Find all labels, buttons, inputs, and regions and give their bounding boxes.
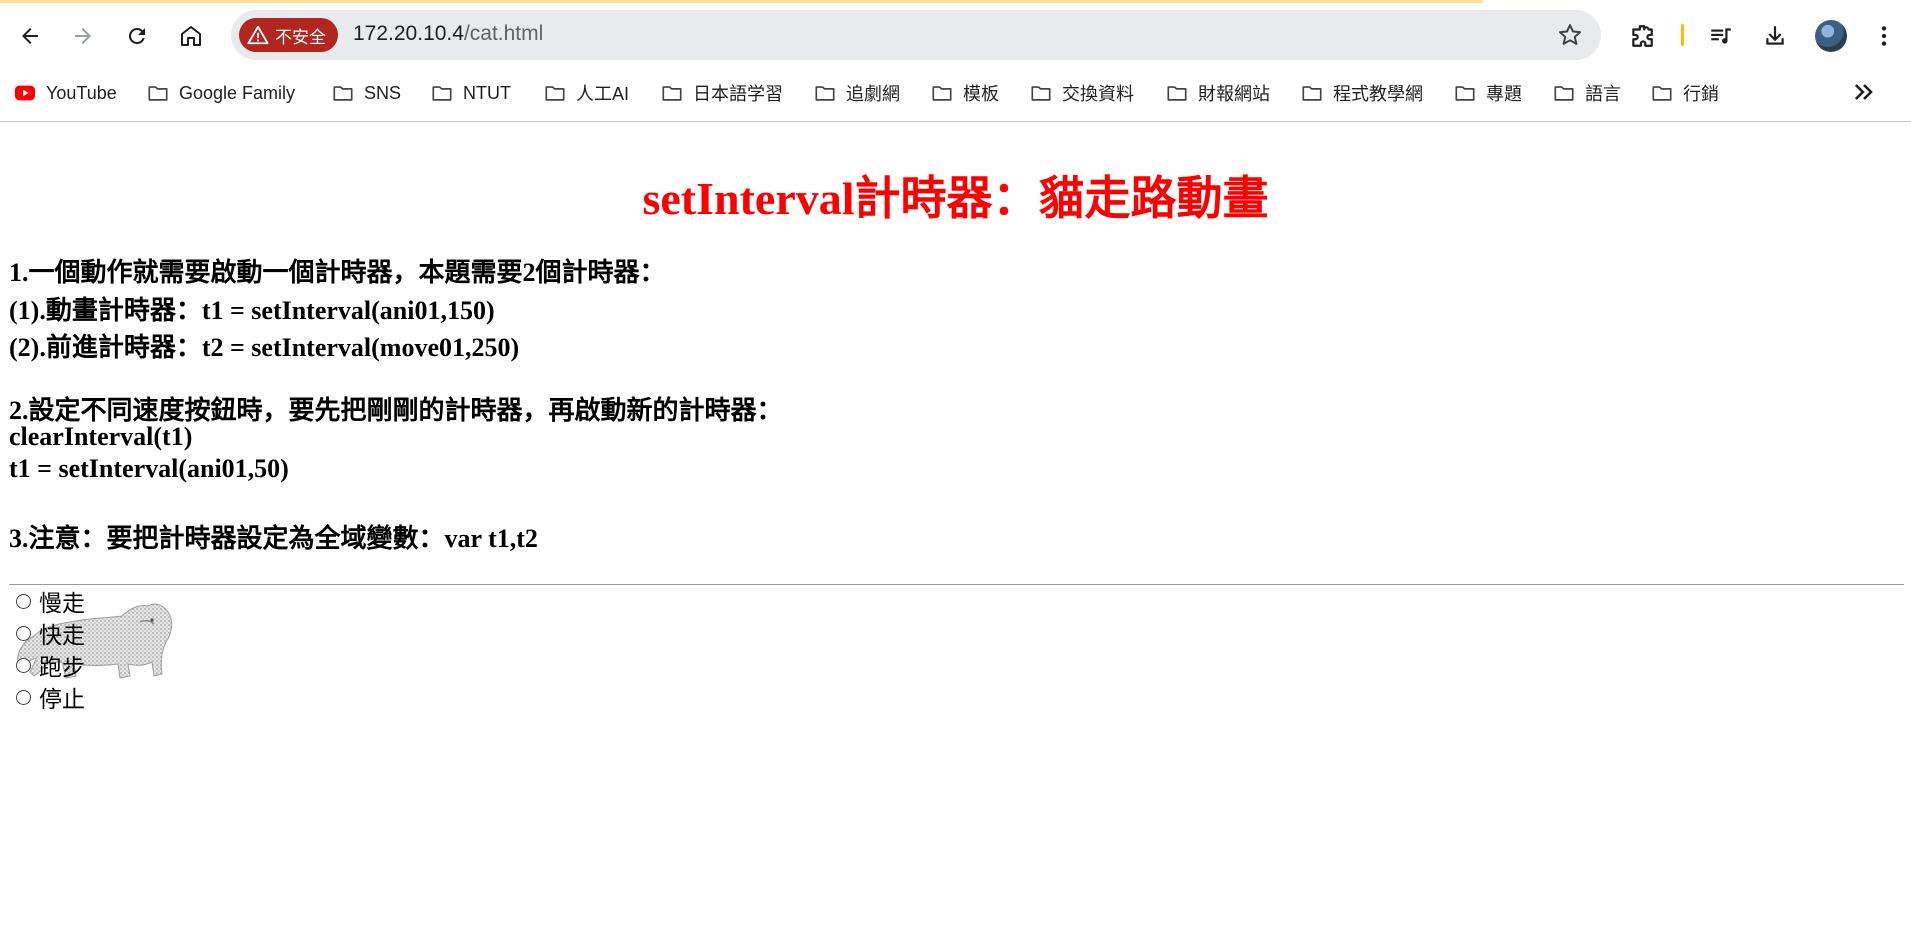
page-content: setInterval計時器：貓走路動畫 1.一個動作就需要啟動一個計時器，本題… — [0, 122, 1911, 946]
bookmark-label: 程式教學網 — [1333, 84, 1423, 104]
bookmark-label: 行銷 — [1683, 84, 1719, 104]
folder-icon — [1167, 86, 1187, 101]
radio-run[interactable]: 跑步 — [16, 648, 85, 682]
folder-icon — [432, 86, 452, 101]
bookmark-folder[interactable]: 人工AI — [544, 78, 629, 108]
toolbar-divider — [1681, 24, 1684, 46]
folder-icon — [1455, 86, 1475, 101]
radio-fast-walk[interactable]: 快走 — [16, 616, 85, 650]
queue-music-icon — [1711, 28, 1731, 44]
bookmark-folder[interactable]: 財報網站 — [1166, 78, 1270, 108]
bookmark-folder[interactable]: 程式教學網 — [1301, 78, 1423, 108]
bookmark-folder[interactable]: 日本語学習 — [661, 78, 783, 108]
bookmark-label: Google Family — [179, 82, 296, 103]
note-line: 3.注意：要把計時器設定為全域變數：var t1,t2 — [9, 524, 538, 553]
radio-stop[interactable]: 停止 — [16, 680, 85, 714]
chevron-double-right-icon[interactable] — [1850, 78, 1878, 106]
folder-icon — [1554, 86, 1574, 101]
bookmark-folder[interactable]: 語言 — [1553, 78, 1621, 108]
warning-icon — [247, 25, 269, 45]
option-label: 慢走 — [39, 591, 85, 616]
bookmark-folder[interactable]: NTUT — [431, 78, 511, 108]
puzzle-icon — [1632, 25, 1653, 47]
download-icon — [1766, 26, 1784, 45]
bookmark-folder[interactable]: 交換資料 — [1030, 78, 1134, 108]
arrow-right-icon — [75, 28, 91, 44]
bookmark-label: 日本語学習 — [693, 84, 783, 104]
folder-icon — [932, 86, 952, 101]
security-chip[interactable]: 不安全 — [239, 18, 338, 52]
radio-circle[interactable] — [16, 593, 31, 609]
bookmark-label: 人工AI — [576, 84, 630, 104]
bookmark-folder[interactable]: Google Family — [147, 78, 295, 108]
folder-icon — [1652, 86, 1672, 101]
home-button[interactable] — [171, 16, 211, 56]
bookmark-label: 語言 — [1585, 84, 1621, 104]
code-line: clearInterval(t1) — [9, 422, 193, 451]
arrow-left-icon — [22, 28, 38, 44]
downloads-button[interactable] — [1757, 18, 1793, 54]
page-title: setInterval計時器：貓走路動畫 — [642, 173, 1269, 224]
code-line: t1 = setInterval(ani01,50) — [9, 454, 289, 483]
note-line: (2).前進計時器：t2 = setInterval(move01,250) — [9, 333, 520, 362]
home-icon — [181, 26, 201, 46]
radio-circle[interactable] — [16, 689, 31, 705]
back-button[interactable] — [10, 16, 50, 56]
horizontal-rule — [9, 584, 1904, 585]
bookmark-label: SNS — [364, 82, 402, 103]
bookmark-label: YouTube — [46, 82, 117, 103]
extensions-button[interactable] — [1624, 18, 1660, 54]
radio-circle[interactable] — [16, 657, 31, 673]
folder-icon — [545, 86, 565, 101]
profile-avatar[interactable] — [1815, 20, 1847, 52]
radio-slow-walk[interactable]: 慢走 — [16, 584, 85, 618]
option-label: 停止 — [39, 687, 85, 712]
bookmark-folder[interactable]: SNS — [332, 78, 401, 108]
bookmark-label: 專題 — [1486, 84, 1522, 104]
radio-circle[interactable] — [16, 625, 31, 641]
menu-button[interactable] — [1866, 18, 1902, 54]
forward-button[interactable] — [63, 16, 103, 56]
bookmark-folder[interactable]: 模板 — [931, 78, 999, 108]
security-label: 不安全 — [275, 27, 326, 47]
folder-icon — [1302, 86, 1322, 101]
url-text[interactable]: 172.20.10.4/cat.html — [353, 22, 543, 46]
bookmark-folder[interactable]: 追劇網 — [814, 78, 900, 108]
option-label: 跑步 — [39, 655, 85, 680]
bookmark-folder[interactable]: 行銷 — [1651, 78, 1719, 108]
loading-progress-bar — [0, 0, 1483, 3]
more-vert-icon — [1881, 26, 1887, 46]
youtube-icon — [14, 85, 36, 101]
bookmarks-bar: YouTube Google Family SNS NTUT 人工AI 日本語学… — [0, 72, 1911, 112]
bookmark-folder[interactable]: 專題 — [1454, 78, 1522, 108]
option-label: 快走 — [39, 623, 85, 648]
folder-icon — [815, 86, 835, 101]
reload-button[interactable] — [117, 16, 157, 56]
folder-icon — [148, 86, 168, 101]
folder-icon — [1031, 86, 1051, 101]
note-line: (1).動畫計時器：t1 = setInterval(ani01,150) — [9, 296, 495, 325]
folder-icon — [662, 86, 682, 101]
note-line: 1.一個動作就需要啟動一個計時器，本題需要2個計時器： — [9, 258, 666, 287]
bookmark-label: 財報網站 — [1198, 84, 1270, 104]
folder-icon — [333, 86, 353, 101]
bookmark-label: NTUT — [463, 82, 511, 103]
bookmark-youtube[interactable]: YouTube — [14, 78, 117, 108]
bookmark-label: 追劇網 — [846, 84, 900, 104]
bookmark-label: 模板 — [963, 84, 999, 104]
reload-icon — [128, 27, 145, 44]
address-bar[interactable]: 不安全 172.20.10.4/cat.html — [231, 10, 1601, 60]
bookmark-star-icon[interactable] — [1557, 22, 1583, 48]
media-controls-button[interactable] — [1703, 18, 1739, 54]
url-path: /cat.html — [463, 22, 544, 45]
browser-chrome: 不安全 172.20.10.4/cat.html YouTube Google … — [0, 0, 1911, 122]
url-host: 172.20.10.4 — [353, 22, 464, 45]
bookmark-label: 交換資料 — [1062, 84, 1134, 104]
